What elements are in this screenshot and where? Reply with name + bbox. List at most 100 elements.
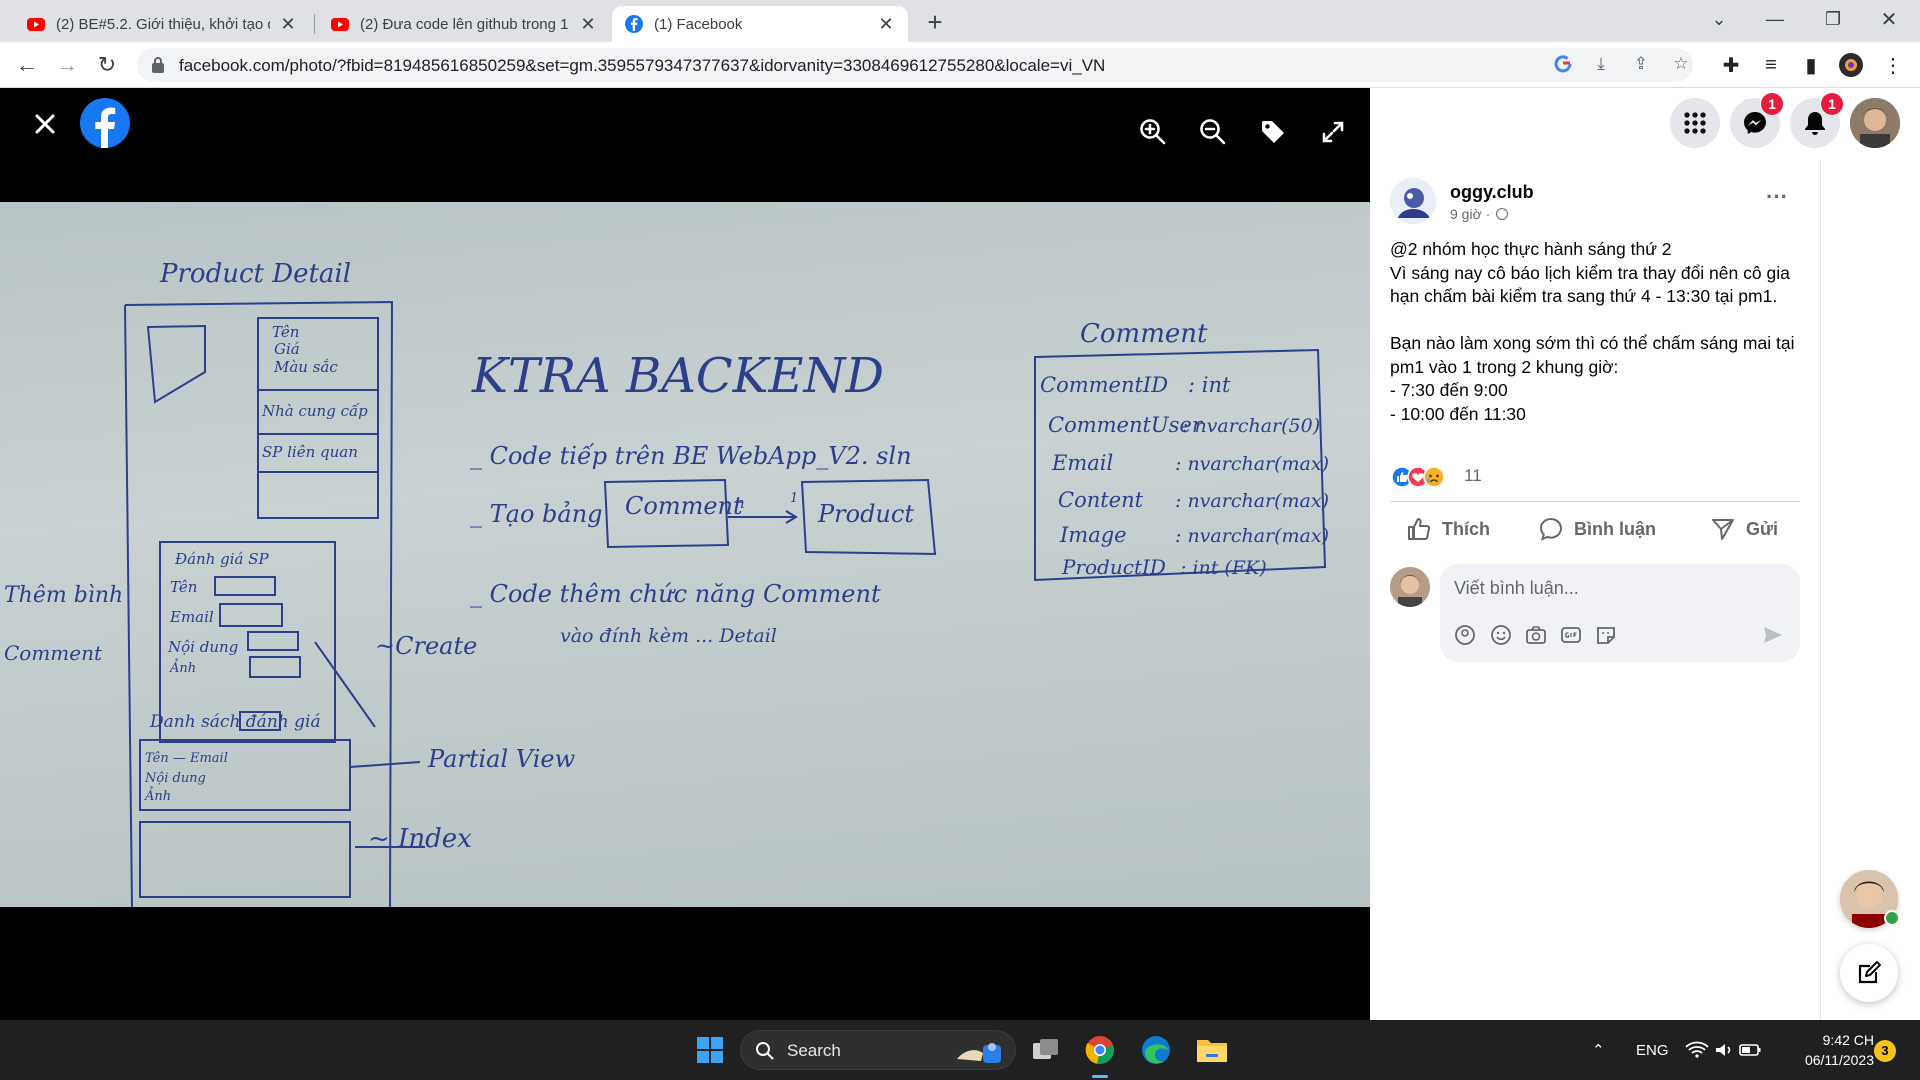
- reload-button[interactable]: ↻: [92, 50, 122, 80]
- sticker-icon[interactable]: [1595, 624, 1617, 646]
- close-icon: [35, 114, 55, 134]
- share-icon[interactable]: ⇪: [1630, 53, 1652, 75]
- tab-facebook[interactable]: (1) Facebook ✕: [612, 6, 908, 42]
- account-avatar[interactable]: [1850, 98, 1900, 148]
- wb-main-title: KTRA BACKEND: [471, 348, 884, 404]
- taskbar-search-label: Search: [787, 1041, 841, 1060]
- comment-button[interactable]: Bình luận: [1538, 516, 1656, 542]
- zoom-in-button[interactable]: [1133, 112, 1173, 152]
- edge-icon: [1142, 1036, 1170, 1064]
- facebook-logo-icon: [80, 98, 130, 148]
- post-author[interactable]: oggy.club: [1450, 182, 1534, 203]
- fullscreen-button[interactable]: [1313, 112, 1353, 152]
- wb-list-field: Tên — Email: [145, 751, 228, 766]
- reactions-summary[interactable]: [1391, 466, 1457, 488]
- tab-youtube-1[interactable]: (2) BE#5.2. Giới thiệu, khởi tạo dự ✕: [14, 6, 310, 42]
- wb-relation: n: [735, 494, 745, 512]
- wb-box-label: Tên: [272, 323, 299, 341]
- search-highlight-icon: [957, 1043, 1001, 1063]
- share-button[interactable]: Gửi: [1710, 516, 1778, 542]
- close-viewer-button[interactable]: [25, 104, 65, 144]
- wb-box-label: SP liên quan: [262, 443, 358, 461]
- taskbar-clock[interactable]: 9:42 CH 06/11/2023: [1776, 1030, 1874, 1070]
- file-explorer-taskbar-button[interactable]: [1192, 1030, 1232, 1070]
- wb-rating-field: Nội dung: [167, 638, 238, 656]
- extensions-puzzle-icon[interactable]: ✚: [1718, 52, 1744, 78]
- taskbar-search[interactable]: Search: [740, 1030, 1016, 1070]
- tab-title: (1) Facebook: [654, 15, 743, 33]
- chrome-taskbar-button[interactable]: [1080, 1030, 1120, 1070]
- back-button[interactable]: ←: [12, 50, 42, 80]
- wb-item: _ Tạo bảng: [470, 500, 603, 528]
- wb-table-cell: : nvarchar(max): [1175, 453, 1329, 475]
- camera-icon[interactable]: [1525, 624, 1547, 646]
- commenter-avatar[interactable]: [1390, 567, 1430, 607]
- comment-input[interactable]: Viết bình luận...: [1440, 564, 1800, 662]
- new-message-button[interactable]: [1840, 944, 1898, 1002]
- lock-icon[interactable]: [151, 56, 165, 74]
- avatar-image-icon: [1850, 98, 1900, 148]
- close-tab-icon[interactable]: ✕: [278, 14, 298, 35]
- input-language[interactable]: ENG: [1636, 1020, 1669, 1080]
- avatar-sticker-icon[interactable]: [1454, 624, 1476, 646]
- profile-avatar-icon[interactable]: [1838, 52, 1864, 78]
- tab-search-chevron-icon[interactable]: ⌄: [1696, 0, 1742, 38]
- close-tab-icon[interactable]: ✕: [876, 14, 896, 35]
- reaction-count[interactable]: 11: [1464, 466, 1482, 486]
- more-options-icon[interactable]: ···: [1762, 186, 1792, 212]
- restore-button[interactable]: ❐: [1810, 0, 1856, 38]
- tag-photo-button[interactable]: [1253, 112, 1293, 152]
- minimize-button[interactable]: —: [1752, 0, 1798, 38]
- post-line: - 10:00 đến 11:30: [1390, 403, 1526, 424]
- wb-item: vào đính kèm ... Detail: [560, 625, 777, 647]
- windows-taskbar: Search ⌃ ENG 9:42 CH 06/11/2023 3: [0, 1020, 1920, 1080]
- comment-table-sketch: Comment CommentID : int CommentUser : nv…: [1034, 319, 1329, 582]
- wb-list-field: Ảnh: [144, 786, 171, 804]
- close-window-button[interactable]: ✕: [1866, 0, 1912, 38]
- install-app-icon[interactable]: ⤓: [1590, 53, 1612, 75]
- forward-button[interactable]: →: [52, 50, 82, 80]
- edge-taskbar-button[interactable]: [1136, 1030, 1176, 1070]
- zoom-out-button[interactable]: [1193, 112, 1233, 152]
- wb-box-label: Giá: [274, 340, 300, 358]
- send-comment-icon[interactable]: [1762, 624, 1784, 646]
- gif-icon[interactable]: [1560, 624, 1582, 646]
- side-panel-icon[interactable]: ▮: [1798, 52, 1824, 78]
- messenger-badge: 1: [1760, 92, 1784, 116]
- emoji-icon[interactable]: [1490, 624, 1512, 646]
- post-time[interactable]: 9 giờ ·: [1450, 206, 1509, 222]
- address-bar[interactable]: facebook.com/photo/?fbid=819485616850259…: [137, 48, 1693, 82]
- bookmark-star-icon[interactable]: ☆: [1670, 53, 1692, 75]
- show-hidden-icons-button[interactable]: ⌃: [1592, 1020, 1605, 1080]
- wb-list-field: Nội dung: [144, 771, 206, 786]
- tab-youtube-2[interactable]: (2) Đưa code lên github trong 1 ✕: [318, 6, 610, 42]
- wb-table-title: Comment: [1080, 319, 1208, 349]
- task-view-button[interactable]: [1026, 1030, 1066, 1070]
- notification-center-badge[interactable]: 3: [1874, 1040, 1896, 1062]
- start-button[interactable]: [690, 1030, 730, 1070]
- clock-date: 06/11/2023: [1804, 1052, 1874, 1068]
- post-line: - 7:30 đến 9:00: [1390, 380, 1508, 400]
- url-text[interactable]: facebook.com/photo/?fbid=819485616850259…: [179, 56, 1105, 76]
- tab-strip: (2) BE#5.2. Giới thiệu, khởi tạo dự ✕ (2…: [0, 0, 1920, 42]
- media-queue-icon[interactable]: ≡: [1758, 52, 1784, 78]
- reaction-icons: [1391, 466, 1445, 488]
- windows-logo-icon: [697, 1037, 723, 1063]
- tray-status-icons[interactable]: [1684, 1020, 1764, 1080]
- zoom-out-icon: [1200, 119, 1226, 145]
- wb-rating-title: Đánh giá SP: [174, 550, 270, 568]
- more-menu-icon[interactable]: ⋮: [1880, 52, 1906, 78]
- wb-item: _ Code thêm chức năng Comment: [470, 580, 881, 608]
- notifications-badge: 1: [1820, 92, 1844, 116]
- facebook-icon: [625, 15, 643, 33]
- google-lens-icon[interactable]: [1552, 53, 1574, 75]
- wb-list-title: Danh sách đánh giá: [149, 712, 321, 732]
- author-avatar[interactable]: [1390, 178, 1436, 224]
- menu-button[interactable]: [1670, 98, 1720, 148]
- facebook-logo[interactable]: [80, 98, 130, 148]
- close-tab-icon[interactable]: ✕: [578, 14, 598, 35]
- new-tab-button[interactable]: +: [920, 8, 950, 38]
- post-actions: Thích Bình luận Gửi: [1390, 501, 1800, 555]
- online-status-dot: [1884, 910, 1900, 926]
- like-button[interactable]: Thích: [1406, 516, 1490, 542]
